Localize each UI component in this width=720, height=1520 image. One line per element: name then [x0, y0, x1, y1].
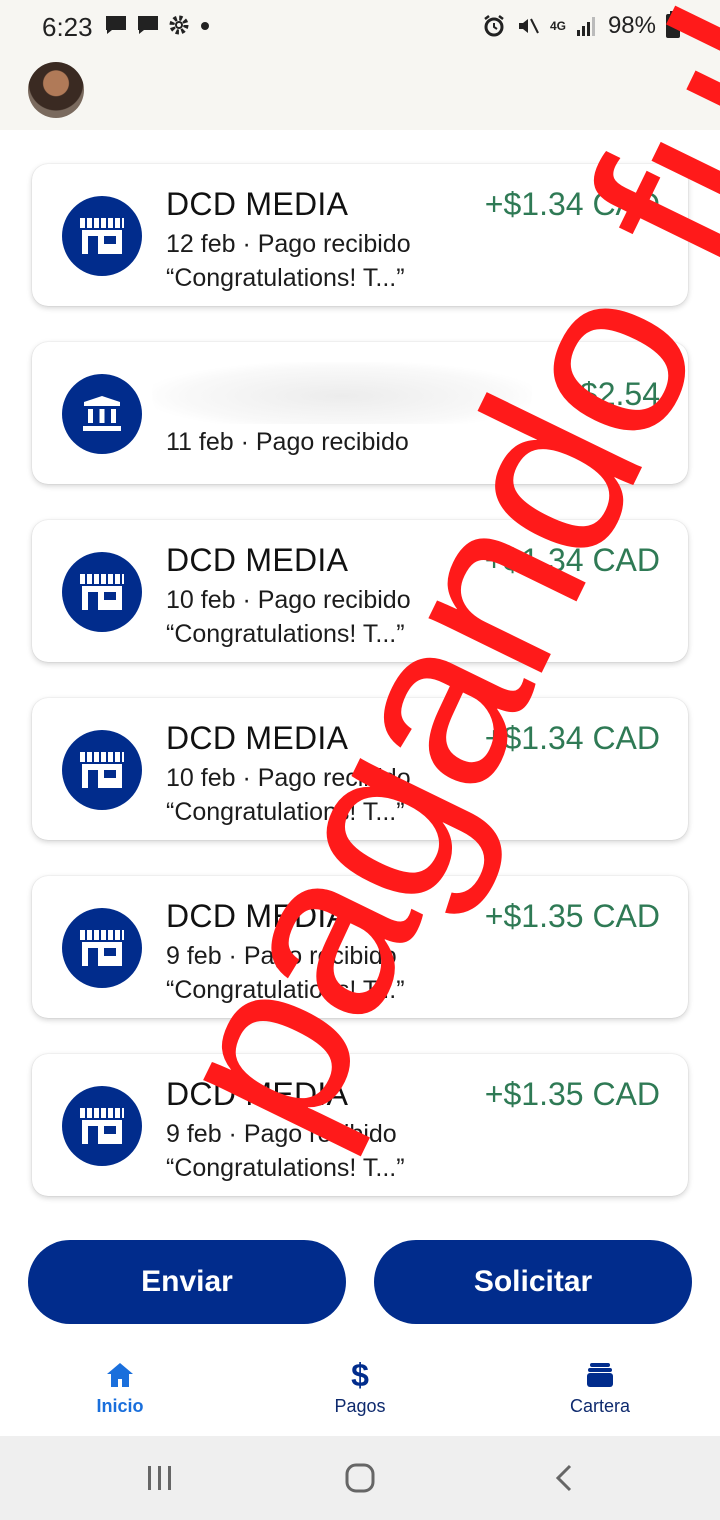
nav-item-pagos[interactable]: $ Pagos — [290, 1356, 430, 1417]
transaction-note: “Congratulations! T...” — [166, 264, 405, 292]
store-icon — [62, 196, 142, 276]
redacted-name — [152, 362, 532, 424]
transaction-list: DCD MEDIA 12 feb · Pago recibido “Congra… — [32, 164, 688, 1232]
transaction-note: “Congratulations! T...” — [166, 620, 405, 648]
recent-apps-button[interactable] — [130, 1458, 190, 1498]
transaction-amount: +$1.35 CAD — [484, 898, 660, 934]
nav-label: Pagos — [334, 1396, 386, 1416]
transaction-card[interactable]: DCD MEDIA 10 feb · Pago recibido “Congra… — [32, 698, 688, 840]
transaction-title: DCD MEDIA — [166, 720, 349, 756]
home-icon — [107, 1363, 133, 1387]
avatar[interactable] — [28, 62, 84, 118]
store-icon — [62, 1086, 142, 1166]
status-time: 6:23 — [42, 12, 93, 42]
back-button[interactable] — [534, 1458, 594, 1498]
transaction-card[interactable]: DCD MEDIA 9 feb · Pago recibido “Congrat… — [32, 876, 688, 1018]
transaction-card[interactable]: 11 feb · Pago recibido +$2.54 — [32, 342, 688, 484]
status-bar: 6:23 4G 98% — [0, 0, 720, 130]
transaction-date-status: 9 feb · Pago recibido — [166, 1120, 397, 1148]
transaction-note: “Congratulations! T...” — [166, 798, 405, 826]
transaction-amount: +$1.34 CAD — [484, 542, 660, 578]
transaction-title: DCD MEDIA — [166, 186, 349, 222]
message-icon — [138, 16, 158, 34]
transaction-date-status: 9 feb · Pago recibido — [166, 942, 397, 970]
network-type: 4G — [549, 19, 566, 33]
transaction-card[interactable]: DCD MEDIA 9 feb · Pago recibido “Congrat… — [32, 1054, 688, 1196]
wallet-icon — [587, 1363, 613, 1387]
store-icon — [62, 730, 142, 810]
back-icon — [555, 1464, 572, 1492]
transaction-date-status: 10 feb · Pago recibido — [166, 764, 411, 792]
bottom-nav: Inicio $ Pagos Cartera — [0, 1340, 720, 1436]
alarm-icon — [484, 15, 504, 37]
transaction-note: “Congratulations! T...” — [166, 976, 405, 1004]
nav-item-inicio[interactable]: Inicio — [50, 1358, 190, 1417]
nav-label: Inicio — [96, 1396, 144, 1416]
transaction-date-status: 12 feb · Pago recibido — [166, 230, 411, 258]
mute-icon — [518, 18, 539, 34]
gear-icon — [169, 15, 189, 35]
transaction-amount: +$1.34 CAD — [484, 720, 660, 756]
battery-percent: 98% — [607, 12, 656, 39]
bank-icon — [62, 374, 142, 454]
system-status: 4G 98% — [482, 11, 680, 40]
store-icon — [62, 552, 142, 632]
nav-item-cartera[interactable]: Cartera — [530, 1358, 670, 1417]
system-nav-bar — [0, 1436, 720, 1520]
dollar-icon: $ — [351, 1356, 369, 1393]
transaction-amount: +$2.54 — [561, 376, 660, 412]
recent-apps-icon — [148, 1466, 171, 1490]
message-icon — [106, 16, 126, 34]
dot-icon — [201, 22, 209, 30]
home-button[interactable] — [330, 1458, 390, 1498]
battery-icon — [666, 11, 680, 38]
transaction-amount: +$1.34 CAD — [484, 186, 660, 222]
transaction-title: DCD MEDIA — [166, 898, 349, 934]
signal-icon — [576, 17, 595, 36]
notification-icons — [104, 14, 212, 36]
transaction-title: DCD MEDIA — [166, 1076, 349, 1112]
transaction-title: DCD MEDIA — [166, 542, 349, 578]
transaction-note: “Congratulations! T...” — [166, 1154, 405, 1182]
transaction-date-status: 11 feb · Pago recibido — [166, 428, 409, 456]
request-button[interactable]: Solicitar — [374, 1240, 692, 1324]
transaction-card[interactable]: DCD MEDIA 10 feb · Pago recibido “Congra… — [32, 520, 688, 662]
nav-label: Cartera — [569, 1396, 631, 1416]
transaction-card[interactable]: DCD MEDIA 12 feb · Pago recibido “Congra… — [32, 164, 688, 306]
store-icon — [62, 908, 142, 988]
transaction-amount: +$1.35 CAD — [484, 1076, 660, 1112]
send-button[interactable]: Enviar — [28, 1240, 346, 1324]
home-circle-icon — [345, 1463, 375, 1493]
transaction-date-status: 10 feb · Pago recibido — [166, 586, 411, 614]
